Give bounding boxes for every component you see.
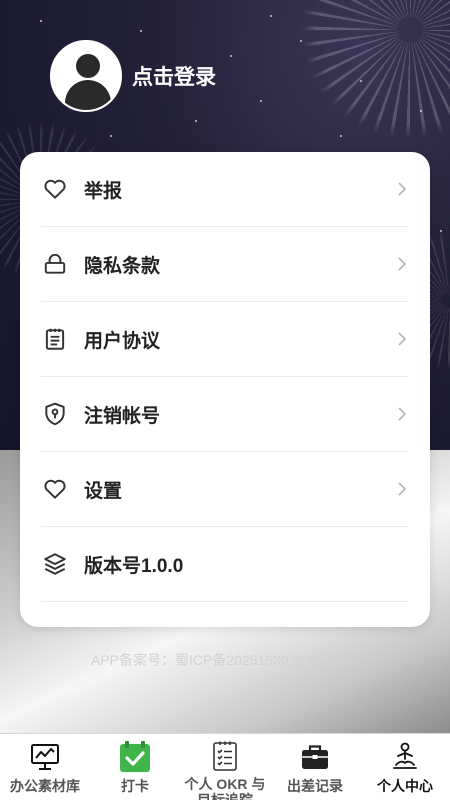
version-label: 版本号1.0.0 bbox=[84, 555, 184, 577]
chevron-right-icon bbox=[395, 182, 409, 196]
chevron-right-icon bbox=[395, 482, 409, 496]
menu-item-delete-account[interactable]: 注销帐号 bbox=[41, 377, 409, 452]
tab-label: 出差记录 bbox=[287, 778, 343, 794]
bottom-tab-bar: 办公素材库 打卡 个人 OKR 与目标追踪 出差记录 个人中心 bbox=[0, 733, 450, 800]
meditation-icon bbox=[388, 740, 422, 774]
chevron-right-icon bbox=[395, 407, 409, 421]
check-icon bbox=[118, 740, 152, 774]
avatar[interactable] bbox=[50, 40, 122, 112]
tab-label: 个人中心 bbox=[377, 778, 433, 794]
login-link[interactable]: 点击登录 bbox=[132, 61, 216, 91]
profile-header: 点击登录 bbox=[50, 40, 216, 112]
chart-board-icon bbox=[28, 740, 62, 774]
tab-office-materials[interactable]: 办公素材库 bbox=[0, 734, 90, 800]
heart-icon bbox=[41, 175, 69, 203]
menu-card: 举报 隐私条款 用户协议 注销帐号 设置 版本号1.0.0 bbox=[20, 152, 430, 627]
heart-icon bbox=[41, 475, 69, 503]
menu-item-label: 用户协议 bbox=[84, 330, 161, 352]
menu-item-privacy[interactable]: 隐私条款 bbox=[41, 227, 409, 302]
shield-icon bbox=[41, 400, 69, 428]
checklist-icon bbox=[208, 740, 242, 772]
lock-icon bbox=[41, 250, 69, 278]
menu-item-label: 设置 bbox=[84, 480, 123, 502]
layers-icon bbox=[41, 550, 69, 578]
chevron-right-icon bbox=[395, 257, 409, 271]
menu-item-label: 隐私条款 bbox=[84, 255, 161, 277]
menu-item-version: 版本号1.0.0 bbox=[41, 527, 409, 602]
menu-item-report[interactable]: 举报 bbox=[41, 152, 409, 227]
firework-decoration bbox=[300, 0, 450, 140]
tab-label: 打卡 bbox=[121, 778, 149, 794]
briefcase-icon bbox=[298, 740, 332, 774]
tab-personal-center[interactable]: 个人中心 bbox=[360, 734, 450, 800]
user-icon bbox=[76, 54, 100, 78]
chevron-right-icon bbox=[395, 332, 409, 346]
tab-check-in[interactable]: 打卡 bbox=[90, 734, 180, 800]
tab-label: 个人 OKR 与目标追踪 bbox=[184, 776, 266, 800]
menu-item-label: 举报 bbox=[84, 180, 123, 202]
icp-record-link[interactable]: APP备案号：蜀ICP备2025153020号-71A > bbox=[0, 650, 450, 670]
clipboard-icon bbox=[41, 325, 69, 353]
menu-item-label: 注销帐号 bbox=[84, 405, 161, 427]
tab-business-trip[interactable]: 出差记录 bbox=[270, 734, 360, 800]
tab-okr-tracking[interactable]: 个人 OKR 与目标追踪 bbox=[180, 734, 270, 800]
menu-item-user-agreement[interactable]: 用户协议 bbox=[41, 302, 409, 377]
tab-label: 办公素材库 bbox=[10, 778, 80, 794]
menu-item-settings[interactable]: 设置 bbox=[41, 452, 409, 527]
